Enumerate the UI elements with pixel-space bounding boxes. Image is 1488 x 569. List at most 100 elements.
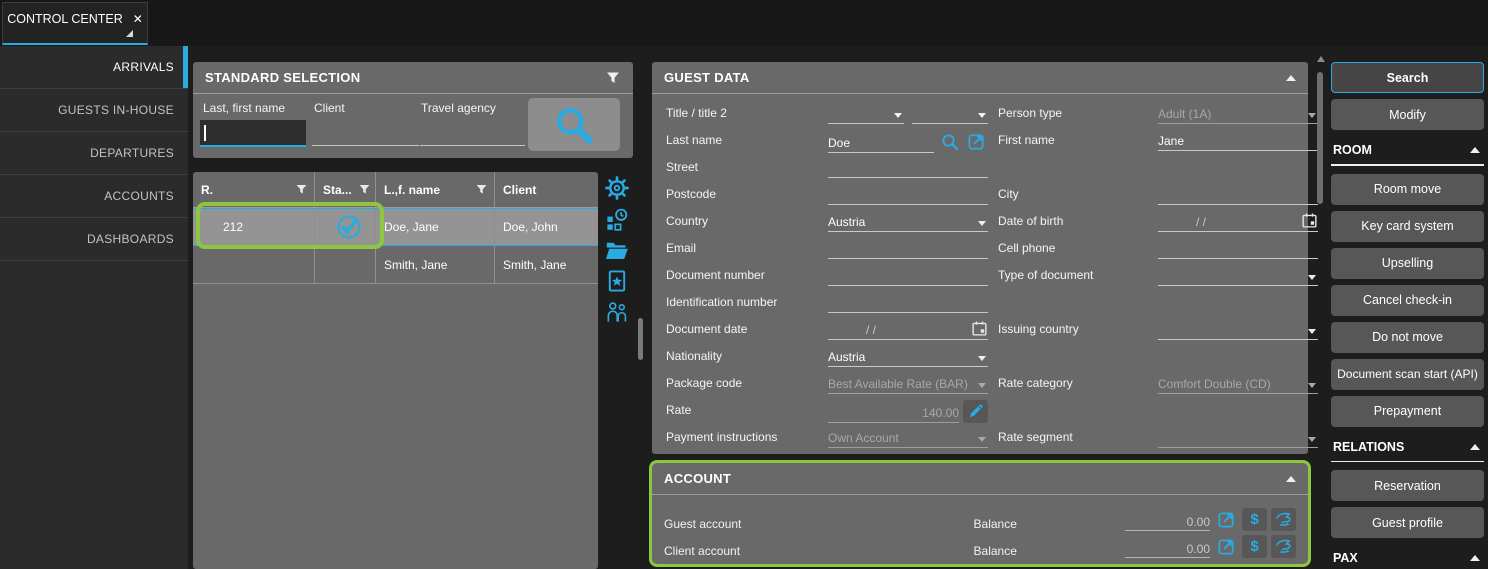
guest-account-balance: 0.00 bbox=[1125, 515, 1210, 531]
column-header-client[interactable]: Client bbox=[495, 172, 598, 207]
room-cell[interactable] bbox=[193, 246, 315, 283]
guest-profile-button[interactable]: Guest profile bbox=[1331, 507, 1484, 538]
column-header-status[interactable]: Sta... bbox=[315, 172, 376, 207]
last-first-name-input[interactable] bbox=[200, 120, 306, 147]
date-of-birth-input[interactable]: / / bbox=[1158, 209, 1318, 232]
name-cell[interactable]: Smith, Jane bbox=[376, 246, 495, 283]
guest-data-scrollbar[interactable] bbox=[637, 62, 645, 567]
collapse-icon[interactable] bbox=[1286, 75, 1296, 81]
section-relations[interactable]: RELATIONS bbox=[1331, 436, 1484, 458]
edit-rate-button[interactable] bbox=[963, 400, 988, 423]
name-cell[interactable]: Doe, Jane bbox=[376, 209, 495, 245]
payment-dollar-icon[interactable]: $ bbox=[1242, 535, 1267, 558]
filter-icon[interactable] bbox=[475, 183, 488, 196]
section-pax[interactable]: PAX bbox=[1331, 547, 1484, 569]
section-divider bbox=[1331, 164, 1484, 166]
chevron-down-icon bbox=[1308, 113, 1316, 118]
panel-title: ACCOUNT bbox=[664, 471, 731, 486]
column-header-room[interactable]: R. bbox=[193, 172, 315, 207]
table-row-selected[interactable]: 212 Doe, Jane Doe, John bbox=[193, 208, 598, 246]
issuing-country-dropdown[interactable] bbox=[1158, 317, 1318, 340]
street-label: Street bbox=[666, 153, 818, 180]
room-cell[interactable]: 212 bbox=[193, 209, 315, 245]
calendar-icon[interactable] bbox=[971, 320, 988, 337]
guests-people-icon[interactable] bbox=[605, 300, 629, 324]
status-cell[interactable] bbox=[315, 209, 376, 245]
panel-title: STANDARD SELECTION bbox=[205, 70, 360, 85]
client-input[interactable] bbox=[312, 145, 419, 146]
room-assignment-clock-icon[interactable] bbox=[605, 207, 629, 231]
guest-search-icon[interactable] bbox=[938, 130, 961, 153]
close-icon[interactable]: ✕ bbox=[133, 12, 143, 26]
last-name-input[interactable]: Doe bbox=[828, 130, 934, 153]
tab-control-center[interactable]: CONTROL CENTER ✕ bbox=[2, 2, 148, 45]
open-folder-icon[interactable] bbox=[605, 238, 629, 262]
document-number-label: Document number bbox=[666, 261, 818, 288]
filter-icon[interactable] bbox=[295, 183, 308, 196]
payment-dollar-icon[interactable]: $ bbox=[1242, 508, 1267, 531]
column-header-name[interactable]: L.,f. name bbox=[376, 172, 495, 207]
actions-scrollbar[interactable] bbox=[1316, 54, 1325, 566]
settings-gear-icon[interactable] bbox=[605, 176, 629, 200]
do-not-move-button[interactable]: Do not move bbox=[1331, 322, 1484, 353]
control-center-window: CONTROL CENTER ✕ ARRIVALS GUESTS IN-HOUS… bbox=[0, 0, 1488, 569]
country-dropdown[interactable]: Austria bbox=[828, 209, 988, 232]
client-cell[interactable]: Doe, John bbox=[495, 209, 598, 245]
nav-item-accounts[interactable]: ACCOUNTS bbox=[0, 175, 188, 218]
scrollbar-thumb[interactable] bbox=[1317, 72, 1323, 204]
cell-phone-input[interactable] bbox=[1158, 236, 1318, 259]
person-type-dropdown: Adult (1A) bbox=[1158, 101, 1318, 124]
nav-item-departures[interactable]: DEPARTURES bbox=[0, 132, 188, 175]
filter-icon[interactable] bbox=[358, 183, 371, 196]
balance-label: Balance bbox=[974, 517, 1126, 531]
cancel-check-in-button[interactable]: Cancel check-in bbox=[1331, 285, 1484, 316]
type-of-document-dropdown[interactable] bbox=[1158, 263, 1318, 286]
last-name-label: Last name bbox=[666, 126, 818, 153]
search-button[interactable]: Search bbox=[1331, 62, 1484, 93]
key-card-system-button[interactable]: Key card system bbox=[1331, 211, 1484, 242]
title-dropdown[interactable] bbox=[828, 101, 904, 124]
cashier-posting-icon[interactable] bbox=[1271, 508, 1296, 531]
document-star-icon[interactable] bbox=[605, 269, 629, 293]
open-profile-external-icon[interactable] bbox=[965, 130, 988, 153]
city-input[interactable] bbox=[1158, 182, 1318, 205]
country-label: Country bbox=[666, 207, 818, 234]
reservation-button[interactable]: Reservation bbox=[1331, 470, 1484, 501]
postcode-input[interactable] bbox=[828, 182, 988, 205]
selection-search-button[interactable] bbox=[528, 98, 620, 151]
filter-icon[interactable] bbox=[605, 70, 621, 86]
chevron-down-icon bbox=[978, 437, 986, 442]
room-move-button[interactable]: Room move bbox=[1331, 174, 1484, 205]
payment-instructions-dropdown: Own Account bbox=[828, 425, 988, 448]
email-input[interactable] bbox=[828, 236, 988, 259]
cashier-posting-icon[interactable] bbox=[1271, 535, 1296, 558]
email-label: Email bbox=[666, 234, 818, 261]
scrollbar-thumb[interactable] bbox=[638, 318, 643, 360]
first-name-input[interactable]: Jane bbox=[1158, 128, 1318, 151]
prepayment-button[interactable]: Prepayment bbox=[1331, 396, 1484, 427]
title2-dropdown[interactable] bbox=[912, 101, 988, 124]
open-account-external-icon[interactable] bbox=[1215, 508, 1238, 531]
street-input[interactable] bbox=[828, 155, 988, 178]
collapse-icon[interactable] bbox=[1286, 476, 1296, 482]
issuing-country-label: Issuing country bbox=[998, 315, 1148, 342]
nav-item-guests-in-house[interactable]: GUESTS IN-HOUSE bbox=[0, 89, 188, 132]
upselling-button[interactable]: Upselling bbox=[1331, 248, 1484, 279]
nav-item-arrivals[interactable]: ARRIVALS bbox=[0, 46, 188, 89]
nationality-dropdown[interactable]: Austria bbox=[828, 344, 988, 367]
field-label: Last, first name bbox=[203, 101, 285, 115]
document-scan-start-button[interactable]: Document scan start (API) bbox=[1331, 359, 1484, 390]
identification-number-input[interactable] bbox=[828, 290, 988, 313]
client-cell[interactable]: Smith, Jane bbox=[495, 246, 598, 283]
table-row[interactable]: Smith, Jane Smith, Jane bbox=[193, 246, 598, 284]
document-number-input[interactable] bbox=[828, 263, 988, 286]
status-cell[interactable] bbox=[315, 246, 376, 283]
scroll-up-icon[interactable] bbox=[1317, 56, 1325, 62]
document-date-input[interactable]: / / bbox=[828, 317, 988, 340]
section-room[interactable]: ROOM bbox=[1331, 139, 1484, 161]
travel-agency-input[interactable] bbox=[420, 145, 525, 146]
nav-item-dashboards[interactable]: DASHBOARDS bbox=[0, 218, 188, 261]
modify-button[interactable]: Modify bbox=[1331, 99, 1484, 130]
open-account-external-icon[interactable] bbox=[1215, 535, 1238, 558]
client-account-row: Client account Balance 0.00 $ bbox=[652, 531, 1308, 558]
